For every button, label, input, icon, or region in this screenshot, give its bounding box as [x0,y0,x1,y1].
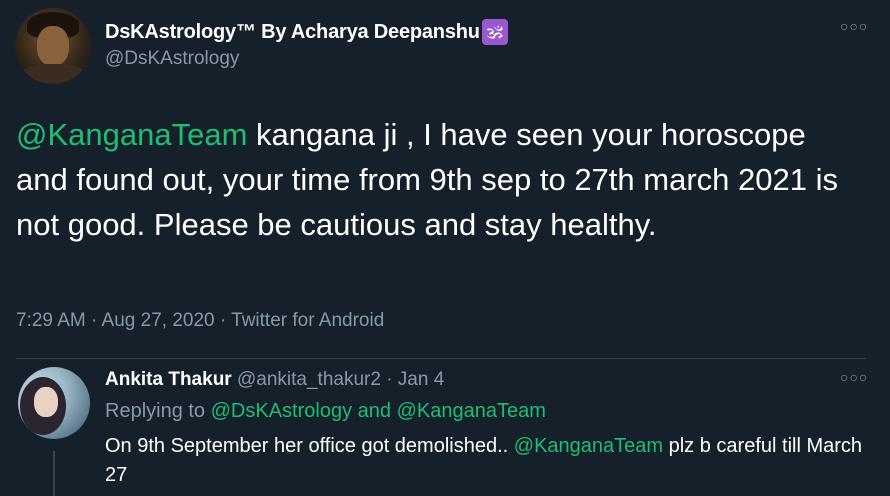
reply-text: On 9th September her office got demolish… [105,432,875,490]
reply-display-name[interactable]: Ankita Thakur [105,369,232,390]
author-display-name[interactable]: DsKAstrology™ By Acharya Deepanshu [105,21,480,44]
author-avatar[interactable] [15,8,91,84]
avatar-shirt [19,64,87,84]
replying-to-label: Replying to [105,400,206,422]
reply-mention-link[interactable]: @KanganaTeam [514,435,663,457]
reply-body-start: On 9th September her office got demolish… [105,435,514,457]
tweet-mention-link[interactable]: @KanganaTeam [16,117,247,152]
thread-line [53,451,55,496]
more-dots-icon[interactable]: ○○○ [840,369,868,385]
reply-tweet[interactable]: Ankita Thakur @ankita_thakur2 · Jan 4 ○○… [0,359,890,496]
author-name-row[interactable]: DsKAstrology™ By Acharya Deepanshu 🕉 [105,18,508,46]
more-dots-icon[interactable]: ○○○ [840,18,868,34]
replying-to-mentions[interactable]: @DsKAstrology and @KanganaTeam [211,400,546,422]
om-symbol-icon: 🕉 [481,19,508,45]
reply-avatar[interactable] [18,367,90,439]
author-handle[interactable]: @DsKAstrology [105,48,239,70]
tweet-timestamp-source[interactable]: 7:29 AM · Aug 27, 2020 · Twitter for And… [16,310,384,332]
main-tweet: DsKAstrology™ By Acharya Deepanshu 🕉 @Ds… [0,0,890,358]
reply-handle-date[interactable]: @ankita_thakur2 · Jan 4 [237,369,444,390]
tweet-text: @KanganaTeam kangana ji , I have seen yo… [16,112,866,247]
reply-header: Ankita Thakur @ankita_thakur2 · Jan 4 [105,369,444,391]
avatar-face [34,387,58,417]
replying-to-line: Replying to @DsKAstrology and @KanganaTe… [105,400,546,423]
avatar-face [37,26,69,66]
